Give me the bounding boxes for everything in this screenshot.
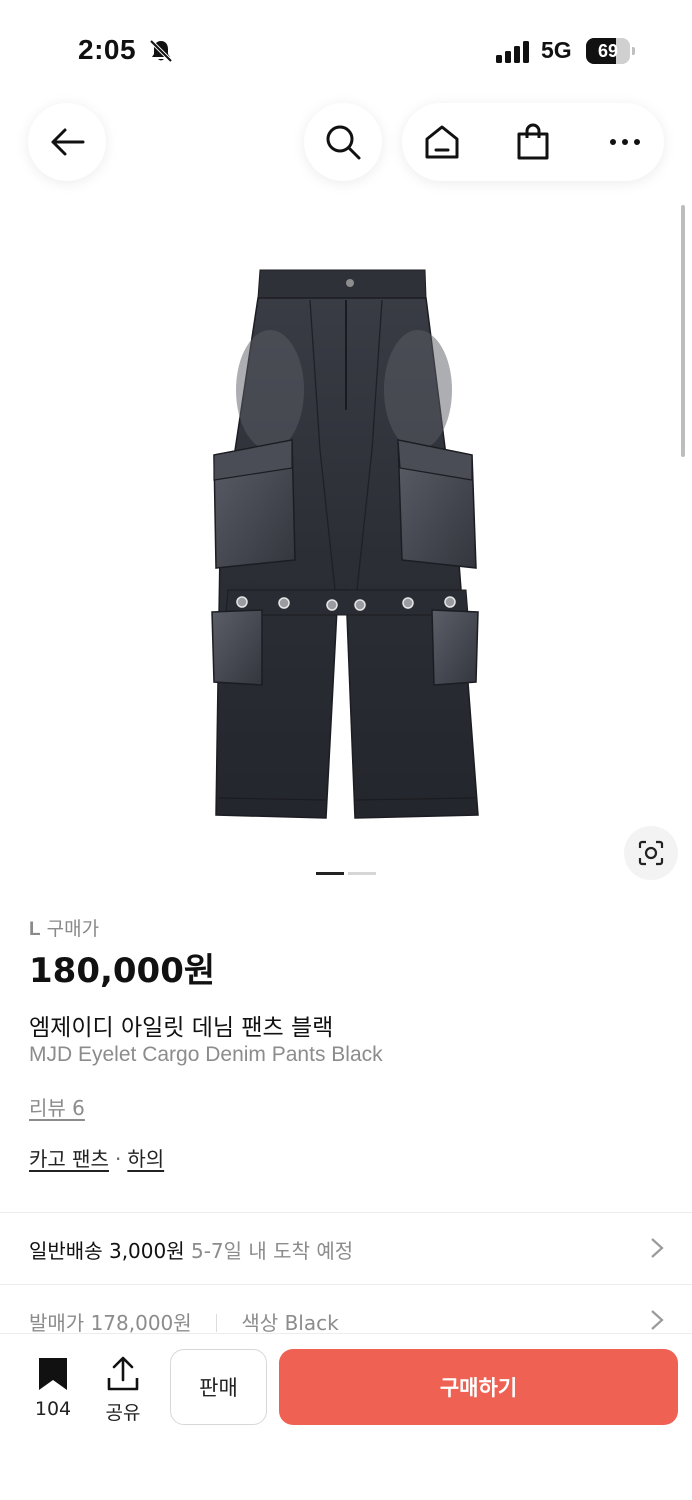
share-icon <box>107 1356 139 1391</box>
network-type: 5G <box>541 37 572 63</box>
product-image[interactable] <box>150 250 542 835</box>
gallery-dot[interactable] <box>348 872 376 875</box>
status-bar: 2:05 5G 69 <box>0 0 692 100</box>
release-price: 178,000원 <box>90 1311 192 1335</box>
color-label: 색상 <box>241 1311 279 1335</box>
sell-button[interactable]: 판매 <box>170 1349 267 1425</box>
nav-action-group <box>402 103 664 181</box>
size-value: L <box>29 919 41 940</box>
release-label: 발매가 <box>29 1311 85 1335</box>
search-icon <box>326 125 361 160</box>
buy-button[interactable]: 구매하기 <box>279 1349 678 1425</box>
shipping-fee: 3,000원 <box>108 1239 185 1263</box>
more-button[interactable] <box>603 120 647 164</box>
divider <box>0 1284 692 1285</box>
shopping-bag-icon <box>517 123 549 160</box>
home-icon <box>425 125 459 159</box>
release-row[interactable]: 발매가 178,000원 색상 Black <box>29 1307 669 1336</box>
bookmark-icon <box>39 1358 67 1390</box>
scrollbar[interactable] <box>681 205 685 457</box>
battery-icon: 69 <box>586 38 636 64</box>
bookmark-button[interactable]: 104 <box>32 1356 74 1420</box>
gallery-dot[interactable] <box>316 872 344 875</box>
color-value: Black <box>284 1311 339 1335</box>
chevron-right-icon <box>651 1238 664 1258</box>
chevron-right-icon <box>651 1310 664 1330</box>
review-link[interactable]: 리뷰 6 <box>29 1092 85 1121</box>
category-sub-link[interactable]: 카고 팬츠 <box>29 1147 109 1171</box>
shipping-eta: 5-7일 내 도착 예정 <box>190 1239 354 1263</box>
share-label: 공유 <box>105 1402 141 1424</box>
category-main-link[interactable]: 하의 <box>127 1147 164 1171</box>
image-search-button[interactable] <box>624 826 678 880</box>
product-name-ko: 엠제이디 아일릿 데님 팬츠 블랙 <box>29 1015 334 1041</box>
search-button[interactable] <box>304 103 382 181</box>
status-time: 2:05 <box>78 34 137 65</box>
divider <box>0 1212 692 1213</box>
home-button[interactable] <box>420 120 464 164</box>
shopping-bag-button[interactable] <box>511 120 555 164</box>
bookmark-count: 104 <box>34 1398 72 1420</box>
price-label: 구매가 <box>46 918 100 940</box>
back-button[interactable] <box>28 103 106 181</box>
category-breadcrumb: 카고 팬츠 · 하의 <box>29 1143 164 1172</box>
category-separator: · <box>114 1147 122 1171</box>
size-price-label: L 구매가 <box>29 914 99 941</box>
lens-scan-icon <box>638 840 664 866</box>
product-name-en: MJD Eyelet Cargo Denim Pants Black <box>29 1043 383 1066</box>
back-arrow-icon <box>51 128 85 156</box>
shipping-row[interactable]: 일반배송 3,000원 5-7일 내 도착 예정 <box>29 1235 669 1264</box>
more-icon <box>610 139 640 145</box>
bell-muted-icon <box>149 39 173 63</box>
signal-icon <box>496 41 529 63</box>
share-button[interactable]: 공유 <box>100 1356 146 1425</box>
battery-level: 69 <box>597 41 619 61</box>
product-price: 180,000원 <box>29 951 216 991</box>
separator <box>216 1314 218 1332</box>
shipping-type: 일반배송 <box>29 1239 103 1263</box>
